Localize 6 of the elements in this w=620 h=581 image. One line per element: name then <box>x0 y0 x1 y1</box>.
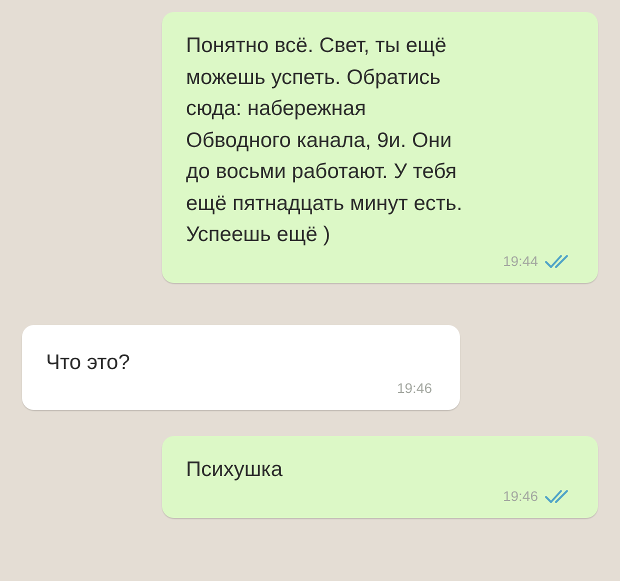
message-text: Понятно всё. Свет, ты ещё можешь успеть. Обратись сюда: набережная Обводного канала, 9и. Они до восьми работают. У тебя ещё пятнадцать минут есть. Успеешь ещё ) <box>186 33 464 248</box>
message-time: 19:46 <box>396 380 432 396</box>
message-text: Психушка <box>186 457 284 483</box>
message-text: Что это? <box>46 350 131 376</box>
message-time: 19:46 <box>502 488 538 504</box>
message-time: 19:44 <box>502 252 538 268</box>
